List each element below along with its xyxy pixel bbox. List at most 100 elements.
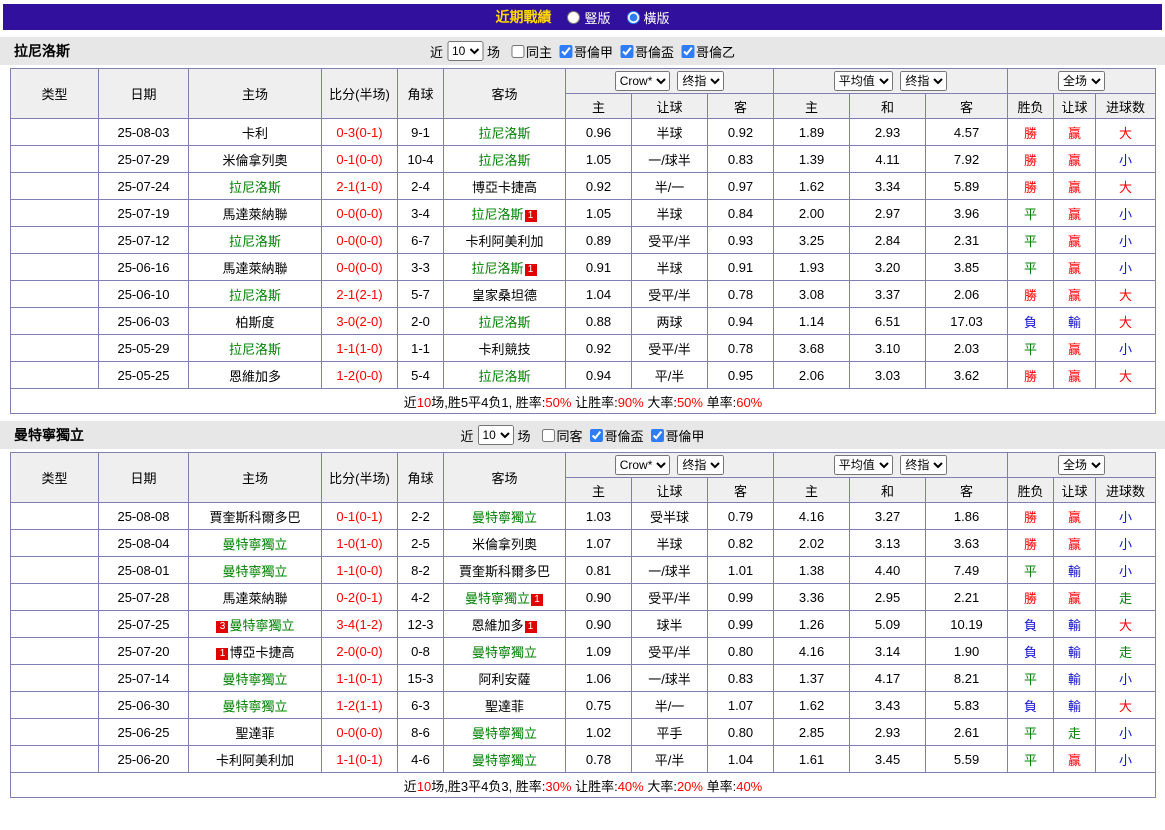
col-handicap-line: 让球 xyxy=(631,93,708,119)
filter-checkbox[interactable] xyxy=(510,44,524,58)
table-row: 哥倫甲 25-07-24 拉尼洛斯 2-1(1-0) 2-4 博亞卡捷高 0.9… xyxy=(10,172,1157,200)
handicap-home-odds-cell: 1.05 xyxy=(565,145,632,173)
away-team-cell: 曼特寧獨立 xyxy=(443,718,566,746)
handicap-away-odds-cell: 0.92 xyxy=(706,118,775,146)
team-name: 米倫拿列奧 xyxy=(222,152,288,168)
scope-select[interactable]: 全场 xyxy=(1058,71,1106,91)
handicap-line-cell: 受平/半 xyxy=(631,226,708,254)
table-row: 哥倫甲 25-06-25 聖達菲 0-0(0-0) 8-6 曼特寧獨立 1.02… xyxy=(10,718,1157,746)
table-row: 哥倫盃 25-05-29 拉尼洛斯 1-1(1-0) 1-1 卡利競技 0.92… xyxy=(10,334,1157,362)
league-filter[interactable]: 哥倫盃 xyxy=(589,426,644,445)
europe-stage-select[interactable]: 终指 xyxy=(900,455,948,475)
layout-horizontal-option[interactable]: 橫版 xyxy=(626,8,670,27)
away-team-cell: 賈奎斯科爾多巴 xyxy=(443,556,566,584)
league-cell: 哥倫盃 xyxy=(10,253,99,281)
europe-stage-select[interactable]: 终指 xyxy=(900,71,948,91)
handicap-result-cell: 赢 xyxy=(1053,334,1097,362)
avg-draw-odds-cell: 3.03 xyxy=(849,361,927,389)
avg-away-odds-cell: 2.31 xyxy=(925,226,1009,254)
handicap-away-odds-cell: 0.97 xyxy=(706,172,775,200)
score-cell: 2-1(2-1) xyxy=(321,280,398,308)
horizontal-radio[interactable] xyxy=(626,10,640,24)
average-select[interactable]: 平均值 xyxy=(833,71,893,91)
league-filter[interactable]: 同主 xyxy=(510,42,552,61)
filter-checkbox[interactable] xyxy=(559,44,572,58)
corners-cell: 6-7 xyxy=(397,226,444,254)
table-row: 哥倫盃 25-08-08 賈奎斯科爾多巴 0-1(0-1) 2-2 曼特寧獨立 … xyxy=(10,502,1157,530)
odds-company-select[interactable]: Crow* xyxy=(614,455,670,475)
league-filter[interactable]: 哥倫盃 xyxy=(620,42,674,61)
table-row: 哥倫盃 25-08-01 曼特寧獨立 1-1(0-0) 8-2 賈奎斯科爾多巴 … xyxy=(10,556,1157,584)
avg-home-odds-cell: 1.62 xyxy=(773,172,851,200)
handicap-line-cell: 受平/半 xyxy=(631,280,708,308)
vertical-radio[interactable] xyxy=(567,10,581,24)
filter-checkbox[interactable] xyxy=(650,428,664,442)
date-cell: 25-07-29 xyxy=(98,145,189,173)
result-cell: 負 xyxy=(1007,637,1055,665)
col-type: 类型 xyxy=(10,452,99,503)
table-row: 哥倫甲 25-08-03 卡利 0-3(0-1) 9-1 拉尼洛斯 0.96 半… xyxy=(10,118,1157,146)
avg-away-odds-cell: 2.03 xyxy=(925,334,1009,362)
league-filter[interactable]: 哥倫乙 xyxy=(681,42,735,61)
filter-checkbox[interactable] xyxy=(620,44,634,58)
avg-draw-odds-cell: 3.43 xyxy=(849,691,927,719)
result-cell: 勝 xyxy=(1007,280,1055,308)
scope-select[interactable]: 全场 xyxy=(1058,455,1106,475)
field-label: 场 xyxy=(486,44,500,60)
col-avg-home: 主 xyxy=(773,477,851,503)
table-row: 哥倫甲 25-07-14 曼特寧獨立 1-1(0-1) 15-3 阿利安薩 1.… xyxy=(10,664,1157,692)
score-cell: 1-1(0-1) xyxy=(321,664,398,692)
date-cell: 25-07-19 xyxy=(98,199,189,227)
date-cell: 25-05-29 xyxy=(98,334,189,362)
date-cell: 25-08-08 xyxy=(98,502,189,530)
goals-result-cell: 小 xyxy=(1095,253,1157,281)
handicap-home-odds-cell: 1.06 xyxy=(565,664,632,692)
league-filter[interactable]: 哥倫甲 xyxy=(650,426,705,445)
handicap-away-odds-cell: 0.78 xyxy=(706,334,775,362)
handicap-stage-select[interactable]: 终指 xyxy=(677,455,725,475)
avg-away-odds-cell: 7.49 xyxy=(925,556,1009,584)
odds-company-select[interactable]: Crow* xyxy=(614,71,670,91)
layout-vertical-option[interactable]: 豎版 xyxy=(567,8,611,27)
average-select[interactable]: 平均值 xyxy=(833,455,893,475)
red-card-badge: 1 xyxy=(524,263,537,276)
summary-segment: 让胜率: xyxy=(571,778,618,794)
section-header-bar: 曼特寧獨立 近 10 场 同客 哥倫盃 哥倫甲 xyxy=(0,421,1165,449)
league-filter[interactable]: 同客 xyxy=(541,426,583,445)
rounds-select[interactable]: 10 xyxy=(477,425,514,445)
filter-label: 哥倫乙 xyxy=(696,44,736,60)
summary-segment: 40% xyxy=(617,778,644,794)
avg-draw-odds-cell: 4.11 xyxy=(849,145,927,173)
avg-home-odds-cell: 2.06 xyxy=(773,361,851,389)
handicap-away-odds-cell: 0.78 xyxy=(706,280,775,308)
team-name: 柏斯度 xyxy=(235,314,275,330)
handicap-stage-select[interactable]: 终指 xyxy=(677,71,725,91)
filter-checkbox[interactable] xyxy=(541,428,555,442)
team-name: 拉尼洛斯 xyxy=(478,314,531,330)
avg-home-odds-cell: 1.89 xyxy=(773,118,851,146)
filter-checkbox[interactable] xyxy=(589,428,603,442)
score-cell: 0-3(0-1) xyxy=(321,118,398,146)
handicap-away-odds-cell: 1.01 xyxy=(706,556,775,584)
rounds-select[interactable]: 10 xyxy=(446,41,483,61)
handicap-away-odds-cell: 0.95 xyxy=(706,361,775,389)
league-filter[interactable]: 哥倫甲 xyxy=(559,42,613,61)
home-team-cell: 卡利 xyxy=(188,118,322,146)
team-name: 米倫拿列奧 xyxy=(471,536,537,552)
result-cell: 平 xyxy=(1007,253,1055,281)
league-filters: 同客 哥倫盃 哥倫甲 xyxy=(534,426,705,445)
team-name: 拉尼洛斯 xyxy=(228,179,281,195)
filter-checkbox[interactable] xyxy=(681,44,695,58)
col-home: 主场 xyxy=(188,68,322,119)
result-cell: 平 xyxy=(1007,556,1055,584)
team-name: 曼特寧獨立 xyxy=(471,752,537,768)
handicap-line-cell: 半/一 xyxy=(631,691,708,719)
team-name: 拉尼洛斯 xyxy=(471,206,524,222)
avg-home-odds-cell: 3.36 xyxy=(773,583,851,611)
league-cell: 哥倫甲 xyxy=(10,610,99,638)
team-name: 馬達萊納聯 xyxy=(222,206,288,222)
corners-cell: 4-6 xyxy=(397,745,444,773)
handicap-line-cell: 受平/半 xyxy=(631,583,708,611)
handicap-away-odds-cell: 0.82 xyxy=(706,529,775,557)
score-cell: 3-0(2-0) xyxy=(321,307,398,335)
